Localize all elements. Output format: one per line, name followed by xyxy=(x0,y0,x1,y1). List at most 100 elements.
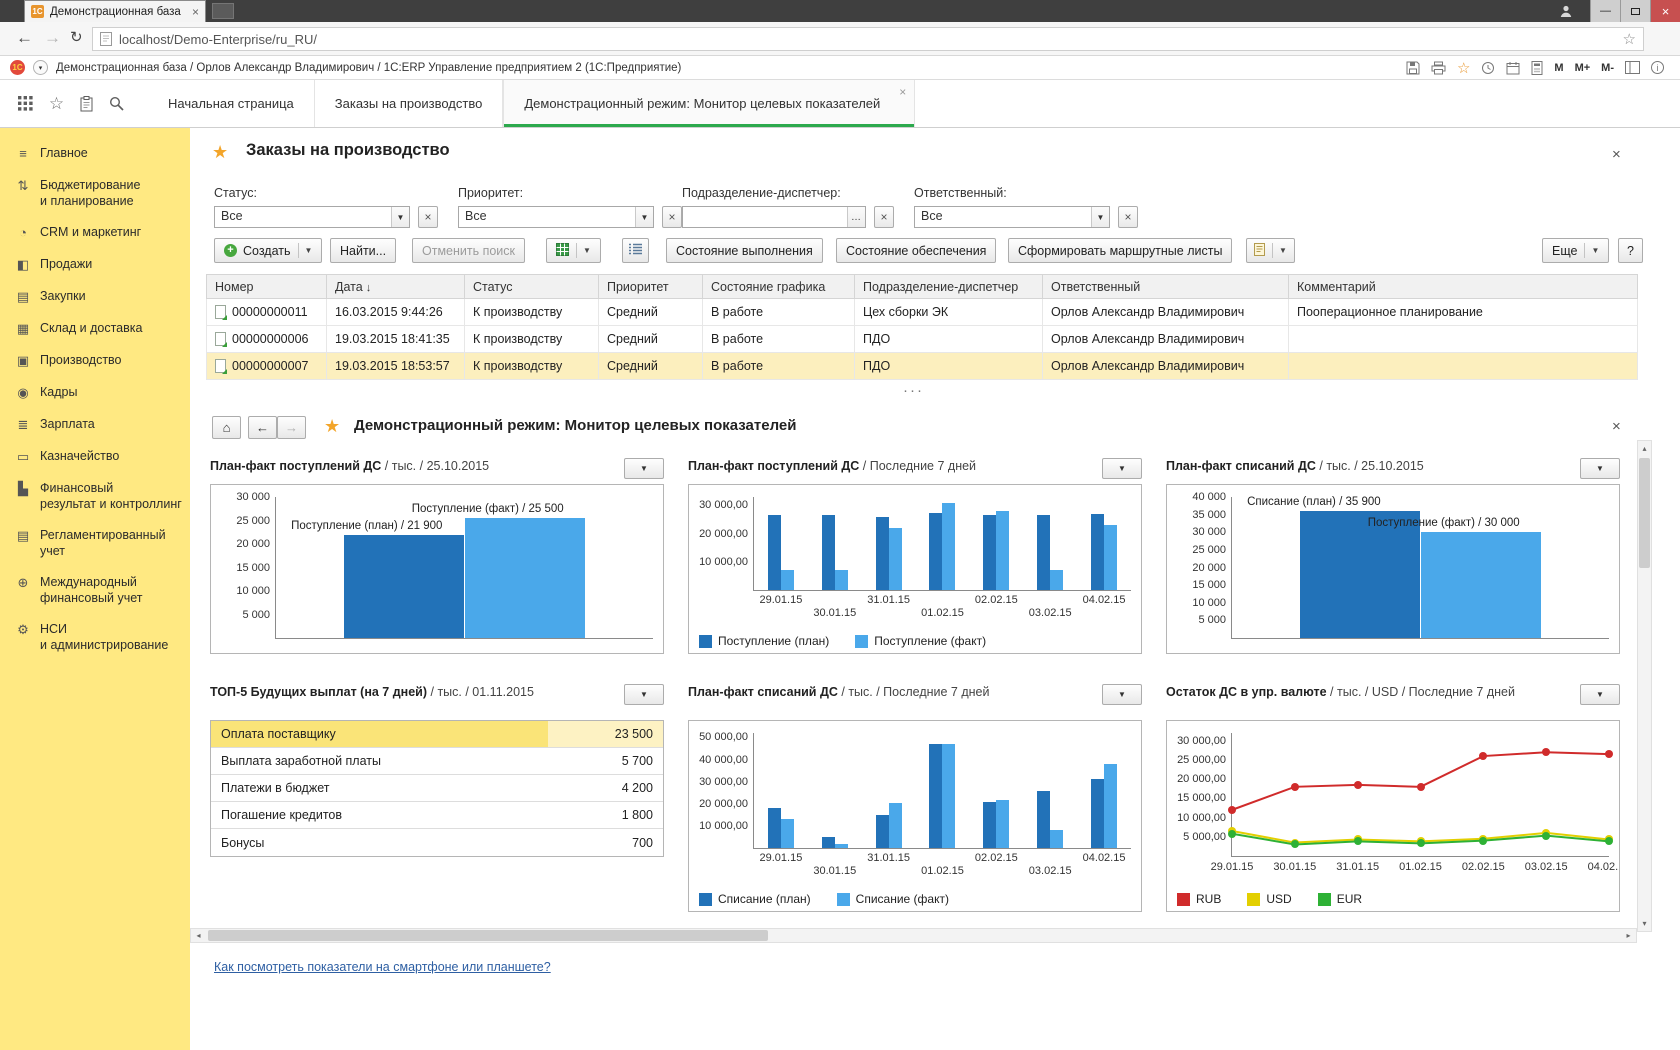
vertical-scrollbar[interactable]: ▴ ▾ xyxy=(1637,440,1652,932)
close-orders-panel-icon[interactable]: × xyxy=(1612,146,1621,163)
panel-splitter[interactable] xyxy=(190,386,1637,400)
close-icon[interactable]: × xyxy=(192,6,199,18)
sidebar-item-menu[interactable]: ≡ Главное xyxy=(0,138,190,170)
output-list-button[interactable]: ▼ xyxy=(546,238,601,263)
column-header[interactable]: Дата ↓ xyxy=(326,274,465,299)
sidebar-item-warehouse[interactable]: ▦ Склад и доставка xyxy=(0,313,190,345)
sidebar-item-finres[interactable]: ▙ Финансовый результат и контроллинг xyxy=(0,473,190,520)
sidebar-item-nsi[interactable]: ⚙ НСИ и администрирование xyxy=(0,614,190,661)
scroll-down-icon[interactable]: ▾ xyxy=(1638,916,1651,931)
back-button[interactable]: ← xyxy=(16,27,33,49)
order-row[interactable]: 00000000007 19.03.2015 18:53:57 К производ… xyxy=(206,352,1638,380)
payment-row[interactable]: Платежи в бюджет 4 200 xyxy=(211,775,663,802)
sidebar-item-regl[interactable]: ▤ Регламентированный учет xyxy=(0,520,190,567)
scroll-up-icon[interactable]: ▴ xyxy=(1638,441,1651,456)
route-lists-button[interactable]: Сформировать маршрутные листы xyxy=(1008,238,1233,263)
payment-row[interactable]: Бонусы 700 xyxy=(211,829,663,856)
supply-state-button[interactable]: Состояние обеспечения xyxy=(836,238,997,263)
history-icon[interactable] xyxy=(1481,61,1495,75)
address-bar[interactable]: localhost/Demo-Enterprise/ru_RU/ ☆ xyxy=(92,27,1644,51)
column-header[interactable]: Статус xyxy=(464,274,599,299)
search-icon[interactable] xyxy=(109,96,124,111)
column-header[interactable]: Приоритет xyxy=(598,274,703,299)
widget-menu-button[interactable]: ▼ xyxy=(624,684,664,705)
help-button[interactable]: ? xyxy=(1618,238,1643,263)
sidebar-item-purchases[interactable]: ▤ Закупки xyxy=(0,281,190,313)
chevron-down-icon[interactable]: ▼ xyxy=(635,207,653,227)
calendar-icon[interactable] xyxy=(1506,61,1520,75)
priority-filter-combo[interactable]: Все ▼ xyxy=(458,206,654,228)
payment-row[interactable]: Погашение кредитов 1 800 xyxy=(211,802,663,829)
column-header[interactable]: Подразделение-диспетчер xyxy=(854,274,1043,299)
sidebar-item-sales[interactable]: ◧ Продажи xyxy=(0,249,190,281)
widget-menu-button[interactable]: ▼ xyxy=(1102,684,1142,705)
clipboard-icon[interactable] xyxy=(80,95,93,112)
column-header[interactable]: Комментарий xyxy=(1288,274,1638,299)
ellipsis-chooser-icon[interactable]: … xyxy=(847,207,865,227)
favorites-star-icon[interactable]: ☆ xyxy=(1457,59,1470,77)
new-tab-button[interactable] xyxy=(212,3,234,19)
service-menu-button[interactable]: ▾ xyxy=(33,60,48,75)
column-header[interactable]: Состояние графика xyxy=(702,274,855,299)
tab-monitor[interactable]: Демонстрационный режим: Монитор целевых … xyxy=(503,80,916,127)
zoom-m-button[interactable]: M xyxy=(1554,62,1563,74)
scrollbar-thumb[interactable] xyxy=(208,930,768,941)
order-row[interactable]: 00000000011 16.03.2015 9:44:26 К производс… xyxy=(206,298,1638,326)
clear-responsible-filter-button[interactable]: × xyxy=(1118,206,1138,228)
chevron-down-icon[interactable]: ▼ xyxy=(391,207,409,227)
find-button[interactable]: Найти... xyxy=(330,238,397,263)
column-header[interactable]: Ответственный xyxy=(1042,274,1289,299)
favorite-star-icon[interactable]: ★ xyxy=(324,416,340,437)
tab-production-orders[interactable]: Заказы на производство xyxy=(315,80,504,127)
widget-menu-button[interactable]: ▼ xyxy=(1580,684,1620,705)
execution-state-button[interactable]: Состояние выполнения xyxy=(666,238,823,263)
scrollbar-thumb[interactable] xyxy=(1639,458,1650,568)
list-settings-button[interactable] xyxy=(622,238,649,263)
sidebar-item-budget[interactable]: ⇅ Бюджетирование и планирование xyxy=(0,170,190,217)
scroll-left-icon[interactable]: ◂ xyxy=(191,929,206,942)
sidebar-item-ifrs[interactable]: ⊕ Международный финансовый учет xyxy=(0,567,190,614)
smartphone-help-link[interactable]: Как посмотреть показатели на смартфоне и… xyxy=(214,960,551,974)
sidebar-item-production[interactable]: ▣ Производство xyxy=(0,345,190,377)
calculator-icon[interactable] xyxy=(1531,60,1543,75)
clear-priority-filter-button[interactable]: × xyxy=(662,206,682,228)
user-icon[interactable] xyxy=(1552,0,1580,22)
back-nav-button[interactable]: ← xyxy=(248,416,277,439)
scroll-right-icon[interactable]: ▸ xyxy=(1621,929,1636,942)
bookmark-star-icon[interactable]: ☆ xyxy=(1623,30,1636,48)
responsible-filter-combo[interactable]: Все ▼ xyxy=(914,206,1110,228)
status-filter-combo[interactable]: Все ▼ xyxy=(214,206,410,228)
chevron-down-icon[interactable]: ▼ xyxy=(1091,207,1109,227)
payment-row[interactable]: Оплата поставщику 23 500 xyxy=(211,721,663,748)
refresh-button[interactable]: ↻ xyxy=(70,27,83,49)
create-button[interactable]: Создать ▼ xyxy=(214,238,323,263)
close-monitor-panel-icon[interactable]: × xyxy=(1612,418,1621,435)
minimize-button[interactable]: — xyxy=(1590,0,1620,22)
browser-tab[interactable]: 1С Демонстрационная база × xyxy=(24,0,206,22)
clear-department-filter-button[interactable]: × xyxy=(874,206,894,228)
favorites-icon[interactable]: ☆ xyxy=(49,94,64,114)
close-icon[interactable]: × xyxy=(899,86,906,98)
more-button[interactable]: Еще ▼ xyxy=(1542,238,1610,263)
column-header[interactable]: Номер xyxy=(206,274,327,299)
panels-icon[interactable] xyxy=(1625,61,1640,74)
clear-status-filter-button[interactable]: × xyxy=(418,206,438,228)
info-icon[interactable]: i xyxy=(1651,61,1664,74)
report-button[interactable]: ▼ xyxy=(1246,238,1295,263)
print-icon[interactable] xyxy=(1431,61,1446,75)
department-filter-field[interactable]: … xyxy=(682,206,866,228)
maximize-button[interactable] xyxy=(1620,0,1650,22)
favorite-star-icon[interactable]: ★ xyxy=(212,142,228,163)
tab-home[interactable]: Начальная страница xyxy=(148,80,315,127)
forward-button[interactable]: → xyxy=(44,27,61,49)
sidebar-item-hr[interactable]: ◉ Кадры xyxy=(0,377,190,409)
widget-menu-button[interactable]: ▼ xyxy=(624,458,664,479)
close-window-button[interactable]: × xyxy=(1650,0,1680,22)
forward-nav-button[interactable]: → xyxy=(277,416,306,439)
horizontal-scrollbar[interactable]: ◂ ▸ xyxy=(190,928,1637,943)
save-icon[interactable] xyxy=(1406,61,1420,75)
widget-menu-button[interactable]: ▼ xyxy=(1102,458,1142,479)
payment-row[interactable]: Выплата заработной платы 5 700 xyxy=(211,748,663,775)
order-row[interactable]: 00000000006 19.03.2015 18:41:35 К производ… xyxy=(206,325,1638,353)
apps-grid-icon[interactable] xyxy=(17,96,33,111)
